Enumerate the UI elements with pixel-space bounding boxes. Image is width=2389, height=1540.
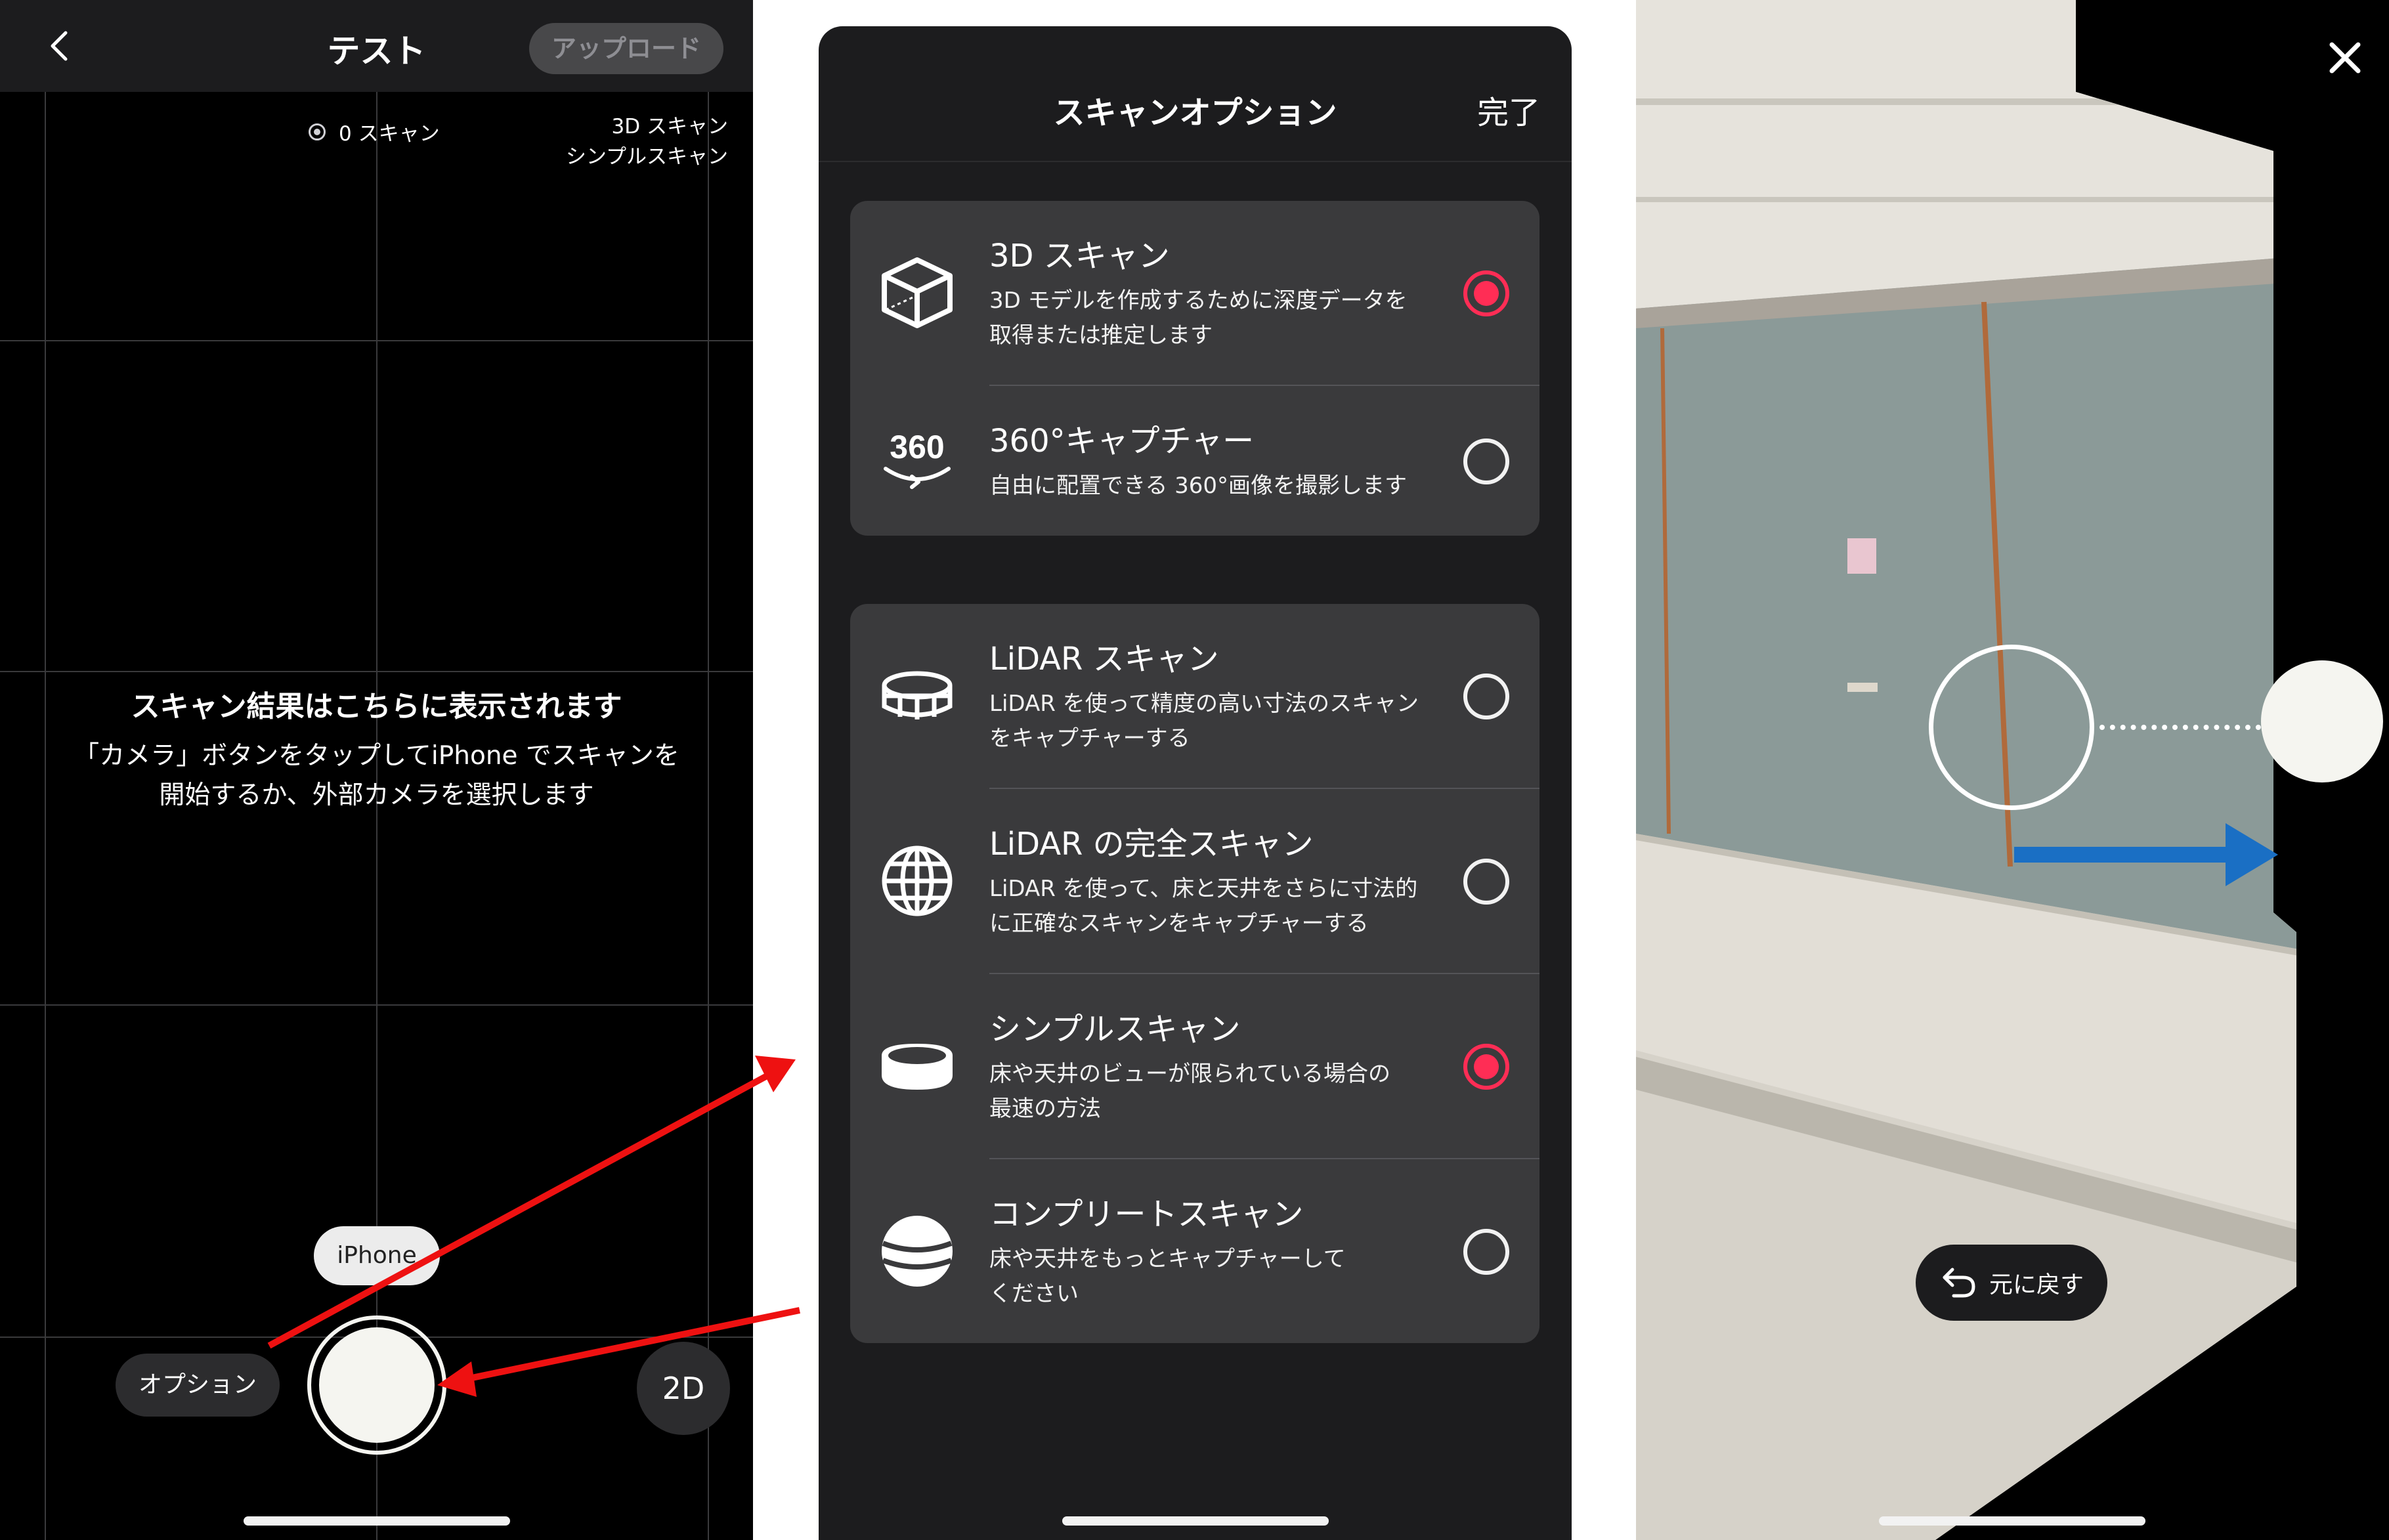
annotation-arrows xyxy=(267,1056,801,1397)
annotation-arrow xyxy=(467,1307,801,1382)
annotation-arrow xyxy=(267,1072,770,1349)
